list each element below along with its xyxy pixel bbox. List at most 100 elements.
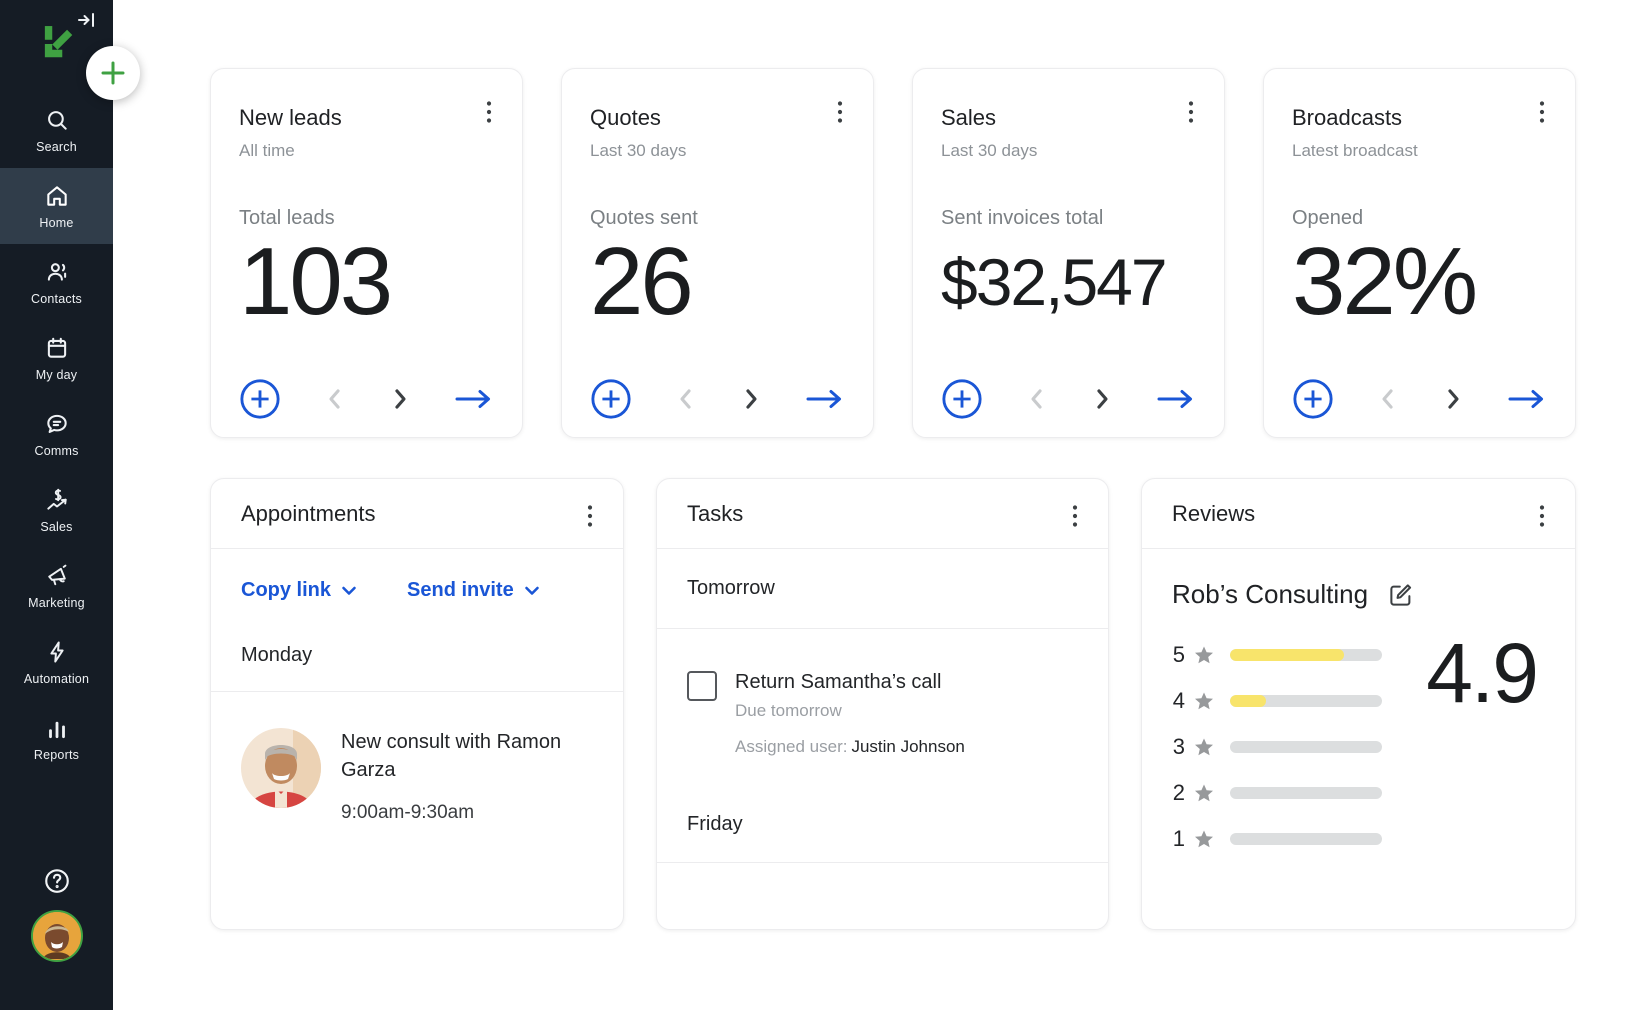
sidebar-item-label: Reports (34, 748, 79, 762)
sales-trend-icon (44, 487, 70, 513)
kebab-menu-icon[interactable] (831, 99, 849, 125)
copy-link-label: Copy link (241, 579, 331, 602)
sidebar-item-label: Search (36, 140, 77, 154)
add-circle-button[interactable] (941, 378, 983, 420)
tasks-card: Tasks Tomorrow Return Samantha’s call Du… (656, 478, 1109, 930)
assigned-user-label: Assigned user: (735, 737, 847, 756)
star-count-label: 3 (1170, 734, 1185, 760)
star-icon (1194, 829, 1214, 849)
appointment-time: 9:00am-9:30am (341, 802, 581, 824)
card-subtitle: Latest broadcast (1292, 141, 1547, 161)
rating-bar-fill (1230, 649, 1344, 661)
prev-chevron-button[interactable] (676, 388, 696, 410)
appointments-day-label: Monday (211, 602, 623, 691)
kebab-menu-icon[interactable] (1182, 99, 1200, 125)
sidebar-item-search[interactable]: Search (0, 92, 113, 168)
send-invite-dropdown[interactable]: Send invite (407, 579, 540, 602)
dashboard: New leads All time Total leads 103 (113, 0, 1640, 1010)
sidebar-item-marketing[interactable]: Marketing (0, 548, 113, 624)
stat-card-sales: Sales Last 30 days Sent invoices total $… (912, 68, 1225, 438)
kebab-menu-icon[interactable] (480, 99, 498, 125)
card-title: Reviews (1172, 501, 1255, 527)
rating-row-2: 2 (1170, 776, 1575, 810)
calendar-icon (44, 335, 70, 361)
sidebar-item-label: Sales (40, 520, 72, 534)
assigned-user-name: Justin Johnson (851, 737, 964, 756)
sidebar-item-label: Contacts (31, 292, 82, 306)
task-due-label: Due tomorrow (735, 701, 965, 721)
sidebar-item-label: Comms (34, 444, 78, 458)
go-to-report-arrow-button[interactable] (1507, 387, 1547, 411)
contacts-icon (44, 259, 70, 285)
help-icon[interactable] (42, 866, 72, 896)
card-title: New leads (239, 105, 494, 131)
sidebar-item-comms[interactable]: Comms (0, 396, 113, 472)
chevron-down-icon (524, 585, 540, 597)
go-to-report-arrow-button[interactable] (805, 387, 845, 411)
stat-card-broadcasts: Broadcasts Latest broadcast Opened 32% (1263, 68, 1576, 438)
lightning-icon (44, 639, 70, 665)
rating-row-1: 1 (1170, 822, 1575, 856)
metric-value: 26 (590, 232, 845, 333)
appointment-title: New consult with Ramon Garza (341, 728, 581, 784)
card-title: Quotes (590, 105, 845, 131)
copy-link-dropdown[interactable]: Copy link (241, 579, 357, 602)
star-count-label: 1 (1170, 826, 1185, 852)
prev-chevron-button[interactable] (1027, 388, 1047, 410)
go-to-report-arrow-button[interactable] (1156, 387, 1196, 411)
metric-label: Total leads (239, 207, 494, 230)
sidebar-item-automation[interactable]: Automation (0, 624, 113, 700)
sidebar-item-reports[interactable]: Reports (0, 700, 113, 776)
task-section-tomorrow: Tomorrow (657, 549, 1108, 629)
kebab-menu-icon[interactable] (581, 503, 599, 529)
stat-card-new-leads: New leads All time Total leads 103 (210, 68, 523, 438)
appointment-item[interactable]: New consult with Ramon Garza 9:00am-9:30… (211, 692, 623, 824)
card-title: Appointments (241, 501, 376, 527)
sidebar-item-contacts[interactable]: Contacts (0, 244, 113, 320)
edit-icon (1388, 581, 1415, 608)
add-circle-button[interactable] (590, 378, 632, 420)
edit-business-button[interactable] (1388, 581, 1415, 608)
widgets-row: Appointments Copy link Send invite (210, 478, 1640, 930)
metric-label: Quotes sent (590, 207, 845, 230)
user-avatar[interactable] (31, 910, 83, 962)
appointments-card: Appointments Copy link Send invite (210, 478, 624, 930)
task-title[interactable]: Return Samantha’s call (735, 671, 965, 694)
contact-avatar (241, 728, 321, 808)
kebab-menu-icon[interactable] (1533, 503, 1551, 529)
next-chevron-button[interactable] (1092, 388, 1112, 410)
metric-value: 103 (239, 232, 494, 333)
sidebar-item-label: My day (36, 368, 78, 382)
kebab-menu-icon[interactable] (1533, 99, 1551, 125)
prev-chevron-button[interactable] (325, 388, 345, 410)
home-icon (44, 183, 70, 209)
reviews-card: Reviews Rob’s Consulting (1141, 478, 1576, 930)
metric-label: Sent invoices total (941, 207, 1196, 230)
card-subtitle: Last 30 days (590, 141, 845, 161)
add-circle-button[interactable] (239, 378, 281, 420)
star-count-label: 2 (1170, 780, 1185, 806)
star-icon (1194, 691, 1214, 711)
chat-icon (44, 411, 70, 437)
prev-chevron-button[interactable] (1378, 388, 1398, 410)
kebab-menu-icon[interactable] (1066, 503, 1084, 529)
task-checkbox[interactable] (687, 671, 717, 701)
go-to-report-arrow-button[interactable] (454, 387, 494, 411)
next-chevron-button[interactable] (741, 388, 761, 410)
sidebar-item-sales[interactable]: Sales (0, 472, 113, 548)
task-item: Return Samantha’s call Due tomorrow Assi… (657, 629, 1108, 757)
sidebar: Search Home Contacts (0, 0, 113, 1010)
metric-value: 32% (1292, 232, 1547, 333)
card-subtitle: Last 30 days (941, 141, 1196, 161)
rating-bar-fill (1230, 695, 1266, 707)
quick-add-button[interactable] (86, 46, 140, 100)
next-chevron-button[interactable] (1443, 388, 1463, 410)
next-chevron-button[interactable] (390, 388, 410, 410)
star-icon (1194, 645, 1214, 665)
send-invite-label: Send invite (407, 579, 514, 602)
bar-chart-icon (44, 715, 70, 741)
sidebar-item-home[interactable]: Home (0, 168, 113, 244)
sidebar-item-my-day[interactable]: My day (0, 320, 113, 396)
add-circle-button[interactable] (1292, 378, 1334, 420)
task-assigned: Assigned user:Justin Johnson (735, 737, 965, 757)
